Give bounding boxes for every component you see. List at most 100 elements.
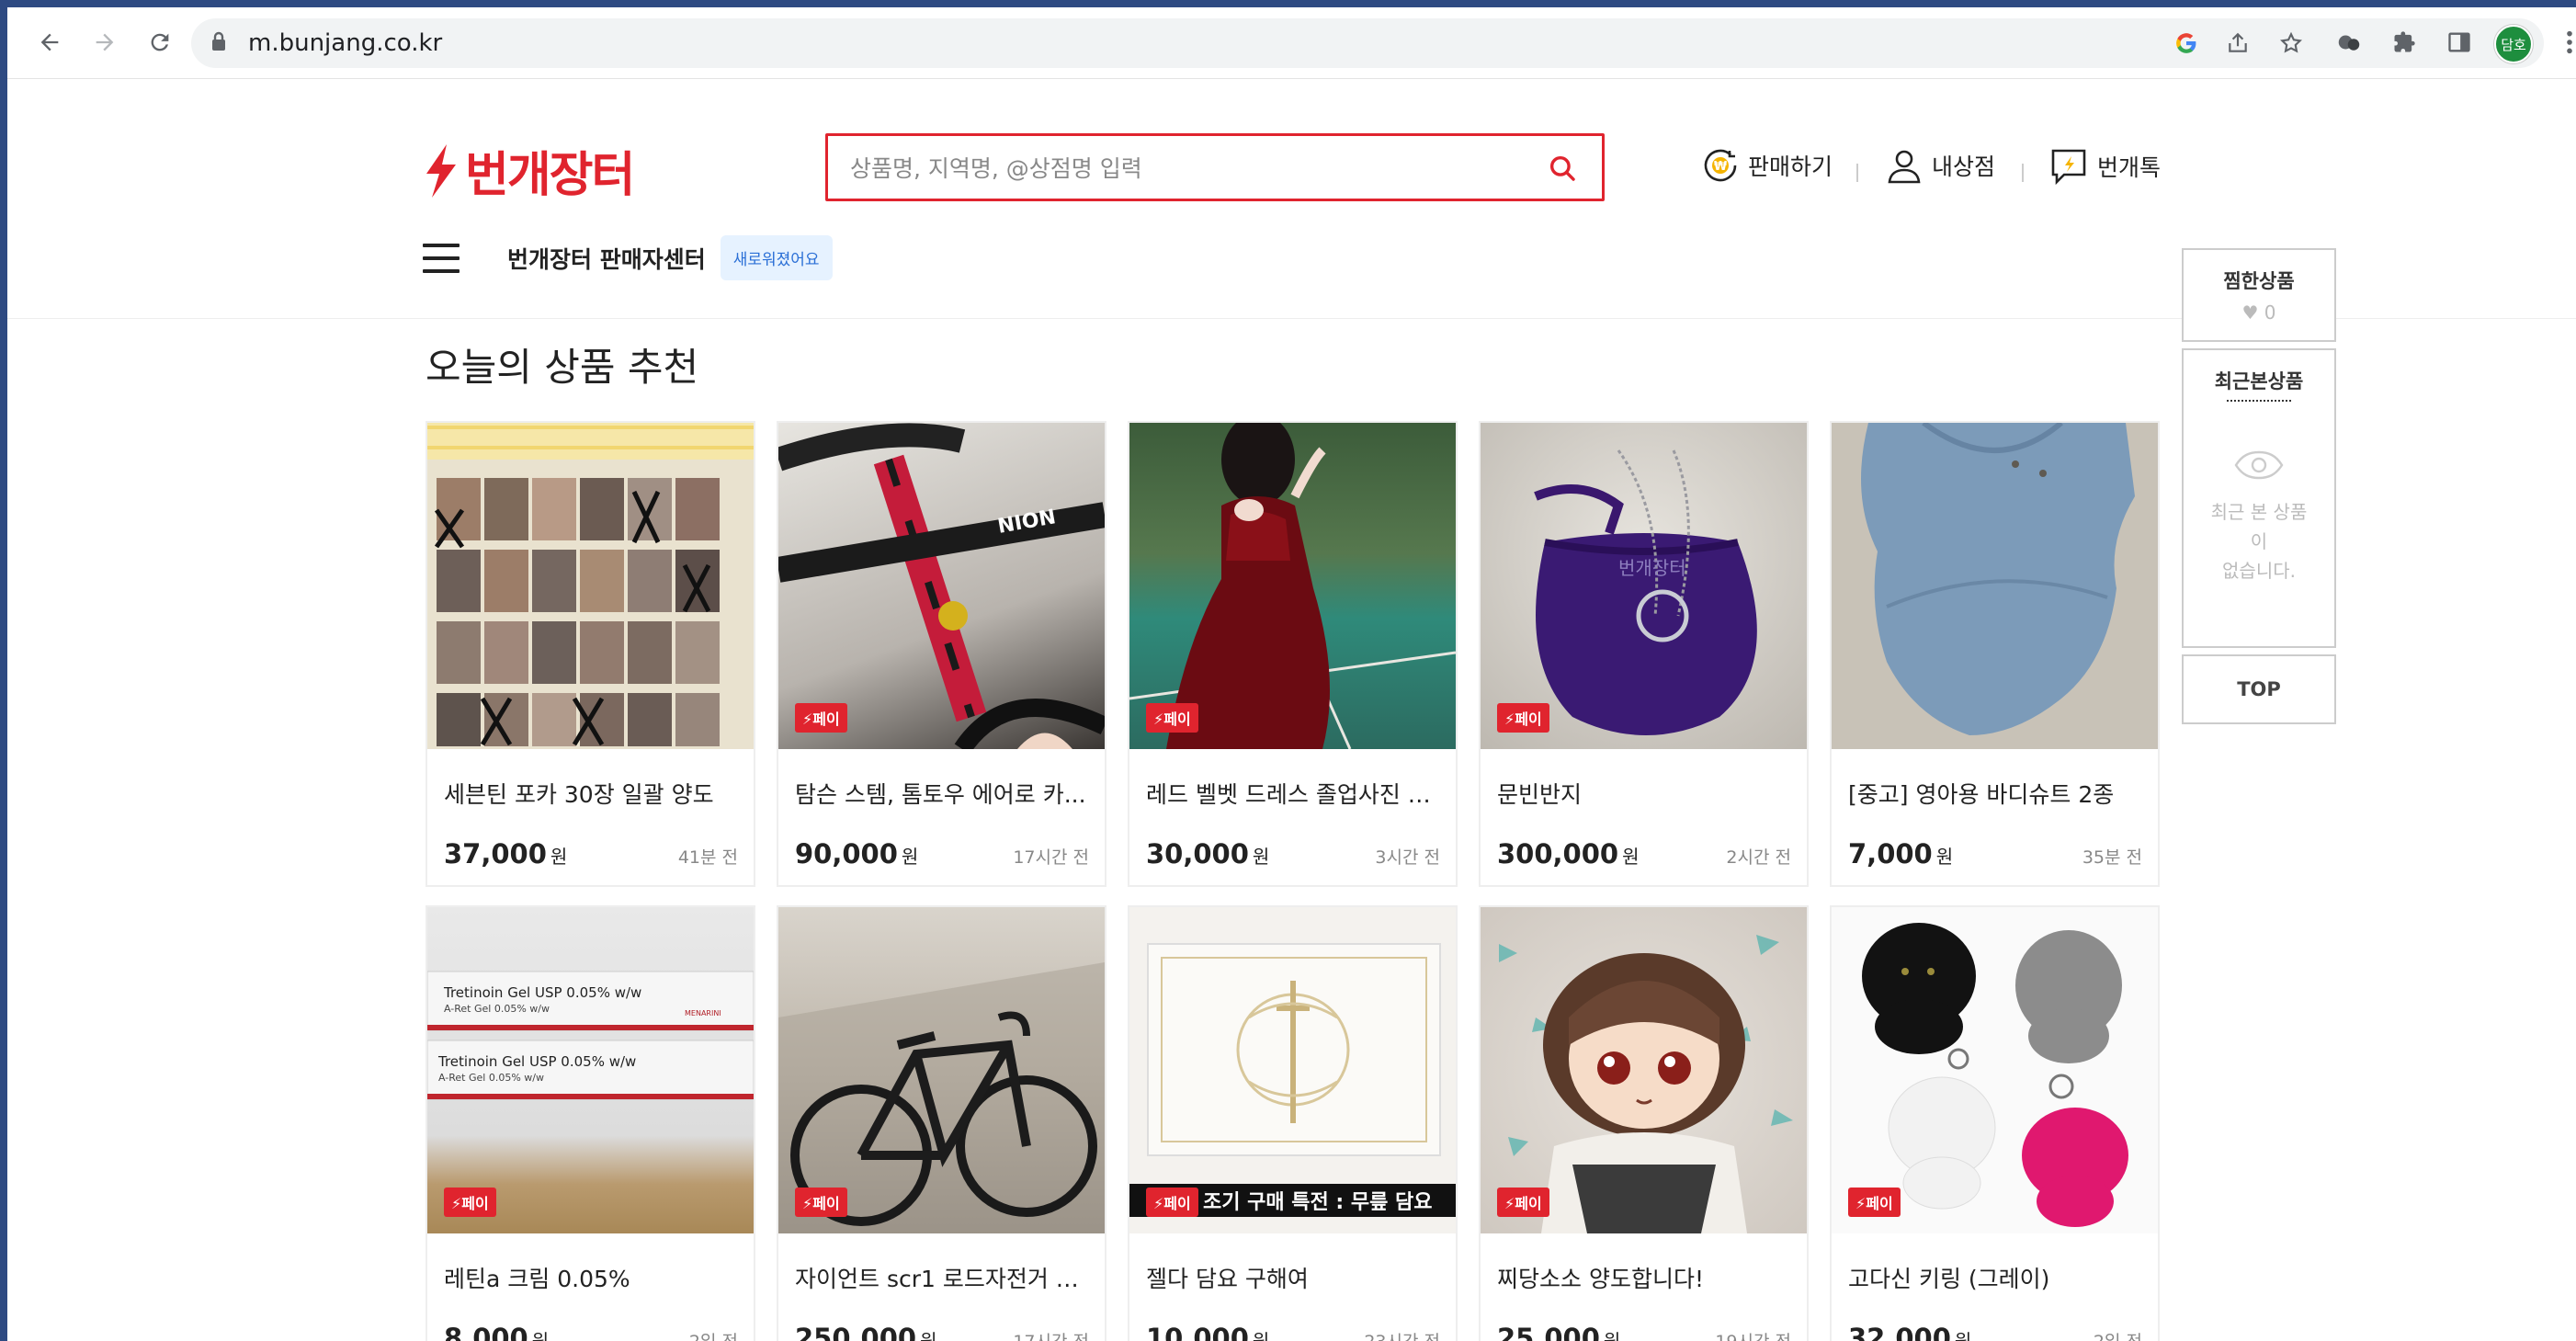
search-icon[interactable] xyxy=(1547,153,1578,184)
price-row: 250,000원 17시간 전 xyxy=(795,1323,1089,1341)
tube-sub-1: A-Ret Gel 0.05% w/w xyxy=(444,1003,550,1015)
product-image[interactable]: NION ⚡페이 xyxy=(778,423,1105,749)
pay-label: 페이 xyxy=(812,1195,840,1212)
wishlist-title: 찜한상품 xyxy=(2223,270,2295,292)
product-title[interactable]: 고다신 키링 (그레이) xyxy=(1848,1261,2142,1294)
extension-icon[interactable] xyxy=(2331,24,2367,61)
product-card[interactable]: 조기 구매 특전 : 무릎 담요 ⚡페이 젤다 담요 구해여 10,000원 2… xyxy=(1128,905,1458,1341)
sell-label: 판매하기 xyxy=(1748,153,1833,180)
product-price: 300,000 원 xyxy=(1497,838,1640,869)
top-button[interactable]: TOP xyxy=(2182,654,2336,724)
product-card[interactable]: NION ⚡페이 탐슨 스템, 톰토우 에어로 카... 90,000 원 17시… xyxy=(777,421,1106,887)
product-image[interactable] xyxy=(1832,423,2158,749)
product-title[interactable]: 찌당소소 양도합니다! xyxy=(1497,1261,1791,1294)
currency-label: 원 xyxy=(1603,1330,1621,1341)
product-card[interactable]: [중고] 영아용 바디슈트 2종 7,000 원 35분 전 xyxy=(1830,421,2160,887)
tube-label-2: Tretinoin Gel USP 0.05% w/w xyxy=(437,1053,636,1070)
price-row: 37,000 원 41분 전 xyxy=(444,838,738,869)
product-price: 37,000 원 xyxy=(444,838,567,869)
price-value: 25,000 xyxy=(1497,1323,1600,1341)
puzzle-icon[interactable] xyxy=(2386,24,2423,61)
pay-badge: ⚡페이 xyxy=(1146,1188,1198,1217)
hamburger-icon[interactable] xyxy=(423,243,460,273)
product-price: 25,000 원 xyxy=(1497,1323,1620,1341)
product-price: 90,000 원 xyxy=(795,838,918,869)
product-image[interactable]: 번개장터 ⚡페이 xyxy=(1481,423,1807,749)
currency-label: 원 xyxy=(920,1330,937,1341)
search-box[interactable] xyxy=(825,133,1605,201)
google-icon[interactable] xyxy=(2171,28,2202,59)
product-image[interactable]: ⚡페이 xyxy=(1832,907,2158,1233)
lock-icon[interactable] xyxy=(211,31,226,51)
share-icon[interactable] xyxy=(2222,28,2253,59)
forward-icon[interactable] xyxy=(83,20,127,64)
product-grid: 세븐틴 포카 30장 일괄 양도 37,000 원 41분 전 NION ⚡페이… xyxy=(426,421,2164,1341)
user-icon xyxy=(1888,150,1921,184)
price-value: 32,000 xyxy=(1848,1323,1951,1341)
product-image[interactable] xyxy=(427,423,754,749)
product-time: 41분 전 xyxy=(677,847,738,868)
price-value: 90,000 xyxy=(795,838,898,869)
product-image[interactable]: 조기 구매 특전 : 무릎 담요 ⚡페이 xyxy=(1129,907,1456,1233)
recent-title: 최근본상품 xyxy=(2214,370,2304,392)
currency-label: 원 xyxy=(1935,846,1954,868)
seller-center-link[interactable]: 번개장터 판매자센터 xyxy=(507,242,706,275)
product-time: 2시간 전 xyxy=(1726,847,1791,868)
url-text[interactable]: m.bunjang.co.kr xyxy=(248,29,442,57)
product-title[interactable]: [중고] 영아용 바디슈트 2종 xyxy=(1848,777,2142,810)
wishlist-box[interactable]: 찜한상품 ♥ 0 xyxy=(2182,248,2336,342)
my-store-label: 내상점 xyxy=(1932,153,1996,180)
product-title[interactable]: 세븐틴 포카 30장 일괄 양도 xyxy=(444,777,738,810)
back-icon[interactable] xyxy=(28,20,72,64)
reload-icon[interactable] xyxy=(138,20,182,64)
price-value: 8,000 xyxy=(444,1323,528,1341)
product-card[interactable]: 세븐틴 포카 30장 일괄 양도 37,000 원 41분 전 xyxy=(426,421,755,887)
product-card[interactable]: ⚡페이 찌당소소 양도합니다! 25,000원 19시간 전 xyxy=(1479,905,1809,1341)
sidepanel-icon[interactable] xyxy=(2441,24,2478,61)
pay-label: 페이 xyxy=(1163,1195,1191,1212)
product-title[interactable]: 문빈반지 xyxy=(1497,777,1791,810)
talk-link[interactable]: 번개톡 xyxy=(2049,147,2161,186)
header-separator xyxy=(2022,164,2024,182)
search-input[interactable] xyxy=(850,153,1512,184)
product-time: 3시간 전 xyxy=(1375,847,1440,868)
pay-badge: ⚡페이 xyxy=(444,1188,496,1217)
price-value: 37,000 xyxy=(444,838,547,869)
product-card[interactable]: ⚡페이 고다신 키링 (그레이) 32,000원 2일 전 xyxy=(1830,905,2160,1341)
pay-label: 페이 xyxy=(1163,710,1191,728)
product-title[interactable]: 탐슨 스템, 톰토우 에어로 카... xyxy=(795,777,1089,810)
recent-items-box: 최근본상품 최근 본 상품 이 없습니다. xyxy=(2182,348,2336,648)
currency-label: 원 xyxy=(1252,1330,1270,1341)
product-title[interactable]: 레틴a 크림 0.05% xyxy=(444,1261,738,1294)
product-card[interactable]: ⚡페이 레드 벨벳 드레스 졸업사진 의... 30,000 원 3시간 전 xyxy=(1128,421,1458,887)
site-logo[interactable]: 번개장터 xyxy=(423,136,635,205)
product-price: 250,000 원 xyxy=(795,1323,937,1341)
product-title[interactable]: 레드 벨벳 드레스 졸업사진 의... xyxy=(1146,777,1440,810)
address-bar[interactable]: m.bunjang.co.kr xyxy=(191,18,2544,68)
lightning-icon xyxy=(426,143,456,198)
my-store-link[interactable]: 내상점 xyxy=(1886,147,1995,184)
profile-avatar[interactable]: 담호 xyxy=(2494,25,2533,63)
tube-brand: MENARINI xyxy=(685,1009,721,1017)
price-row: 30,000 원 3시간 전 xyxy=(1146,838,1440,869)
star-icon[interactable] xyxy=(2275,28,2307,59)
chat-icon xyxy=(2051,149,2086,186)
product-image[interactable]: ⚡페이 xyxy=(778,907,1105,1233)
product-card[interactable]: ⚡페이 자이언트 scr1 로드자전거 급... 250,000원 17시간 전 xyxy=(777,905,1106,1341)
product-image[interactable]: Tretinoin Gel USP 0.05% w/w A-Ret Gel 0.… xyxy=(427,907,754,1233)
product-card[interactable]: Tretinoin Gel USP 0.05% w/w A-Ret Gel 0.… xyxy=(426,905,755,1341)
price-row: 10,000원 23시간 전 xyxy=(1146,1323,1440,1341)
category-menu-row: 번개장터 판매자센터 새로워졌어요 xyxy=(423,235,833,280)
product-card[interactable]: 번개장터 ⚡페이 문빈반지 300,000 원 2시간 전 xyxy=(1479,421,1809,887)
product-image[interactable]: ⚡페이 xyxy=(1129,423,1456,749)
price-value: 250,000 xyxy=(795,1323,917,1341)
price-row: 8,000원 2일 전 xyxy=(444,1323,738,1341)
product-title[interactable]: 젤다 담요 구해여 xyxy=(1146,1261,1440,1294)
product-time: 23시간 전 xyxy=(1364,1328,1440,1341)
menu-dots-icon[interactable] xyxy=(2551,24,2576,61)
product-title[interactable]: 자이언트 scr1 로드자전거 급... xyxy=(795,1261,1089,1294)
pay-label: 페이 xyxy=(812,710,840,728)
product-image[interactable]: ⚡페이 xyxy=(1481,907,1807,1233)
pay-badge: ⚡페이 xyxy=(1848,1188,1901,1217)
sell-link[interactable]: ₩ 판매하기 xyxy=(1702,147,1833,184)
